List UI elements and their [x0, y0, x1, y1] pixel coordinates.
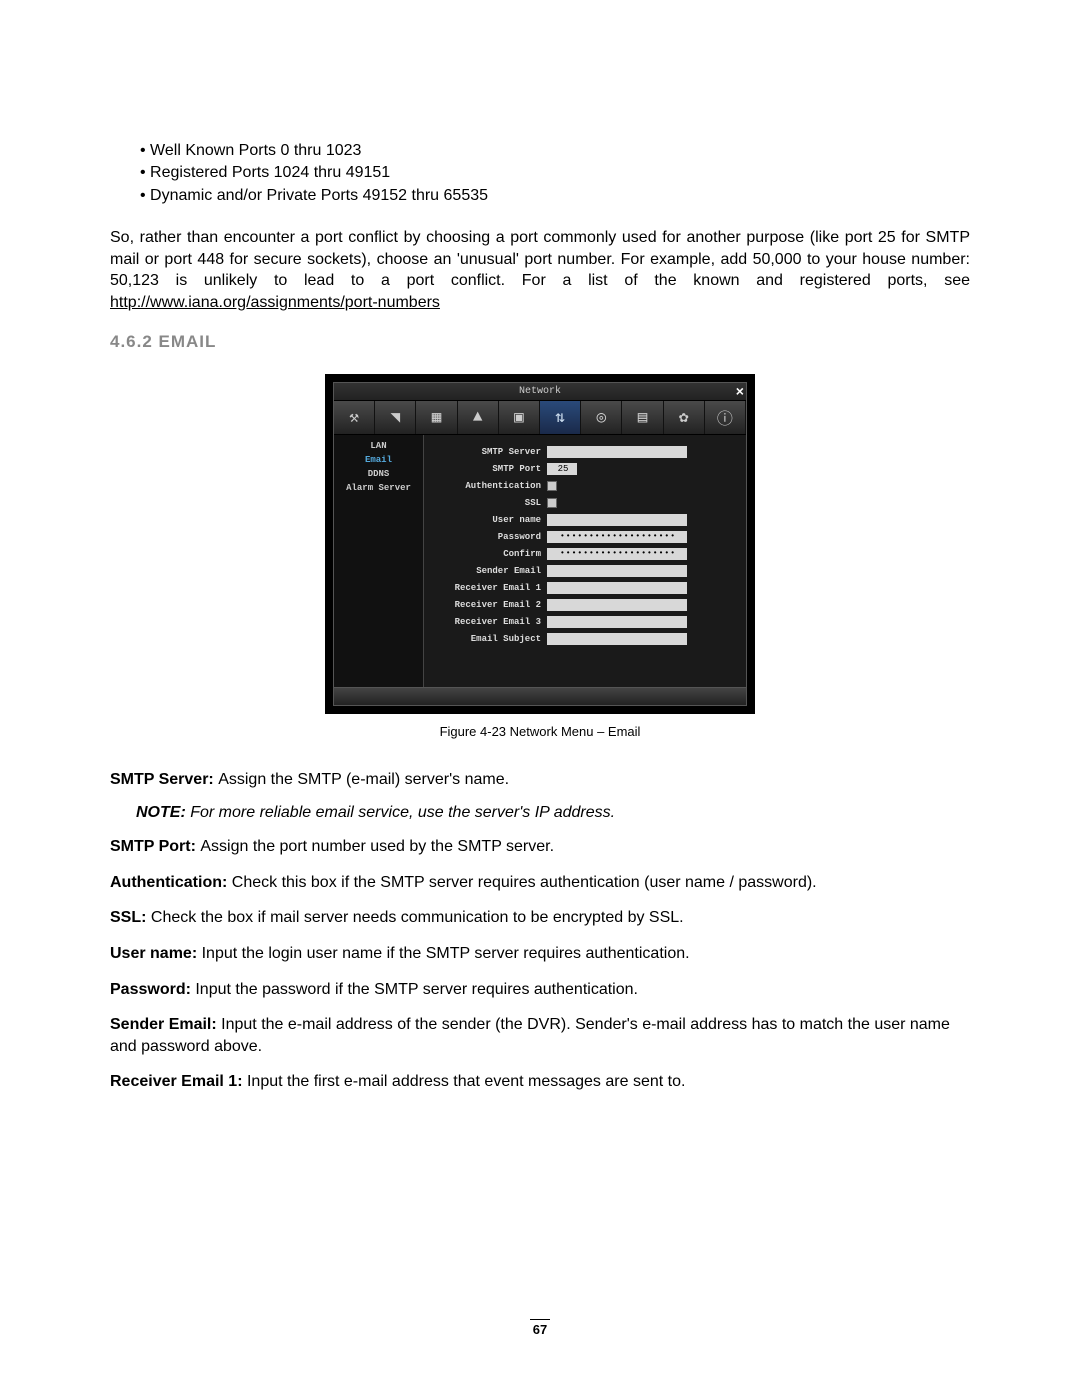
- close-icon[interactable]: ×: [736, 384, 744, 402]
- input-user-name[interactable]: [547, 514, 687, 526]
- input-receiver-3[interactable]: [547, 616, 687, 628]
- def-smtp-server: SMTP Server: Assign the SMTP (e-mail) se…: [110, 769, 970, 791]
- def-smtp-port: SMTP Port: Assign the port number used b…: [110, 836, 970, 858]
- def-ssl: SSL: Check the box if mail server needs …: [110, 907, 970, 929]
- dvr-screenshot: Network × ⚒ ◥ ▦ ▲ ▣ ⇅ ◎ ▤ ✿ ⓘ LAN Email …: [325, 374, 755, 714]
- note: NOTE: For more reliable email service, u…: [136, 804, 970, 822]
- label-ssl: SSL: [432, 498, 547, 508]
- toolbar-icon-info[interactable]: ⓘ: [705, 401, 746, 434]
- label-subject: Email Subject: [432, 634, 547, 644]
- input-receiver-1[interactable]: [547, 582, 687, 594]
- def-user-name: User name: Input the login user name if …: [110, 943, 970, 965]
- paragraph-ports: So, rather than encounter a port conflic…: [110, 227, 970, 313]
- dvr-sidebar: LAN Email DDNS Alarm Server: [334, 435, 424, 687]
- input-receiver-2[interactable]: [547, 599, 687, 611]
- input-smtp-port[interactable]: 25: [547, 463, 577, 475]
- label-smtp-server: SMTP Server: [432, 447, 547, 457]
- label-sender-email: Sender Email: [432, 566, 547, 576]
- input-confirm[interactable]: ••••••••••••••••••••: [547, 548, 687, 560]
- toolbar-icon-display[interactable]: ▣: [499, 401, 540, 434]
- label-receiver-1: Receiver Email 1: [432, 583, 547, 593]
- def-password: Password: Input the password if the SMTP…: [110, 979, 970, 1001]
- toolbar-icon-camera[interactable]: ◎: [581, 401, 622, 434]
- dvr-titlebar: Network ×: [334, 383, 746, 401]
- sidebar-item-email[interactable]: Email: [334, 453, 423, 467]
- input-subject[interactable]: [547, 633, 687, 645]
- iana-link[interactable]: http://www.iana.org/assignments/port-num…: [110, 294, 440, 311]
- paragraph-text: So, rather than encounter a port conflic…: [110, 229, 970, 289]
- toolbar-icon-alarm[interactable]: ▲: [458, 401, 499, 434]
- dvr-footer: [334, 687, 746, 705]
- sidebar-item-alarm-server[interactable]: Alarm Server: [334, 481, 423, 495]
- toolbar-icon-record[interactable]: ◥: [375, 401, 416, 434]
- toolbar-icon-hdd[interactable]: ▤: [622, 401, 663, 434]
- sidebar-item-ddns[interactable]: DDNS: [334, 467, 423, 481]
- label-user-name: User name: [432, 515, 547, 525]
- def-receiver-1: Receiver Email 1: Input the first e-mail…: [110, 1071, 970, 1093]
- checkbox-ssl[interactable]: [547, 498, 557, 508]
- input-smtp-server[interactable]: [547, 446, 687, 458]
- dvr-form: SMTP Server SMTP Port25 Authentication S…: [424, 435, 746, 687]
- figure-caption: Figure 4-23 Network Menu – Email: [110, 724, 970, 739]
- bullet-item: • Registered Ports 1024 thru 49151: [140, 162, 970, 184]
- toolbar-icon-general[interactable]: ⚒: [334, 401, 375, 434]
- port-bullets: • Well Known Ports 0 thru 1023 • Registe…: [140, 140, 970, 207]
- toolbar-icon-network[interactable]: ⇅: [540, 401, 581, 434]
- label-confirm: Confirm: [432, 549, 547, 559]
- label-authentication: Authentication: [432, 481, 547, 491]
- bullet-item: • Well Known Ports 0 thru 1023: [140, 140, 970, 162]
- label-password: Password: [432, 532, 547, 542]
- bullet-item: • Dynamic and/or Private Ports 49152 thr…: [140, 185, 970, 207]
- input-sender-email[interactable]: [547, 565, 687, 577]
- label-receiver-2: Receiver Email 2: [432, 600, 547, 610]
- page-number: 67: [0, 1319, 1080, 1337]
- checkbox-authentication[interactable]: [547, 481, 557, 491]
- def-authentication: Authentication: Check this box if the SM…: [110, 872, 970, 894]
- label-smtp-port: SMTP Port: [432, 464, 547, 474]
- label-receiver-3: Receiver Email 3: [432, 617, 547, 627]
- section-heading-email: 4.6.2 EMAIL: [110, 332, 970, 352]
- toolbar-icon-settings[interactable]: ✿: [664, 401, 705, 434]
- input-password[interactable]: ••••••••••••••••••••: [547, 531, 687, 543]
- dvr-toolbar: ⚒ ◥ ▦ ▲ ▣ ⇅ ◎ ▤ ✿ ⓘ: [334, 401, 746, 435]
- toolbar-icon-schedule[interactable]: ▦: [416, 401, 457, 434]
- def-sender-email: Sender Email: Input the e-mail address o…: [110, 1014, 970, 1057]
- sidebar-item-lan[interactable]: LAN: [334, 439, 423, 453]
- dvr-title: Network: [519, 386, 561, 397]
